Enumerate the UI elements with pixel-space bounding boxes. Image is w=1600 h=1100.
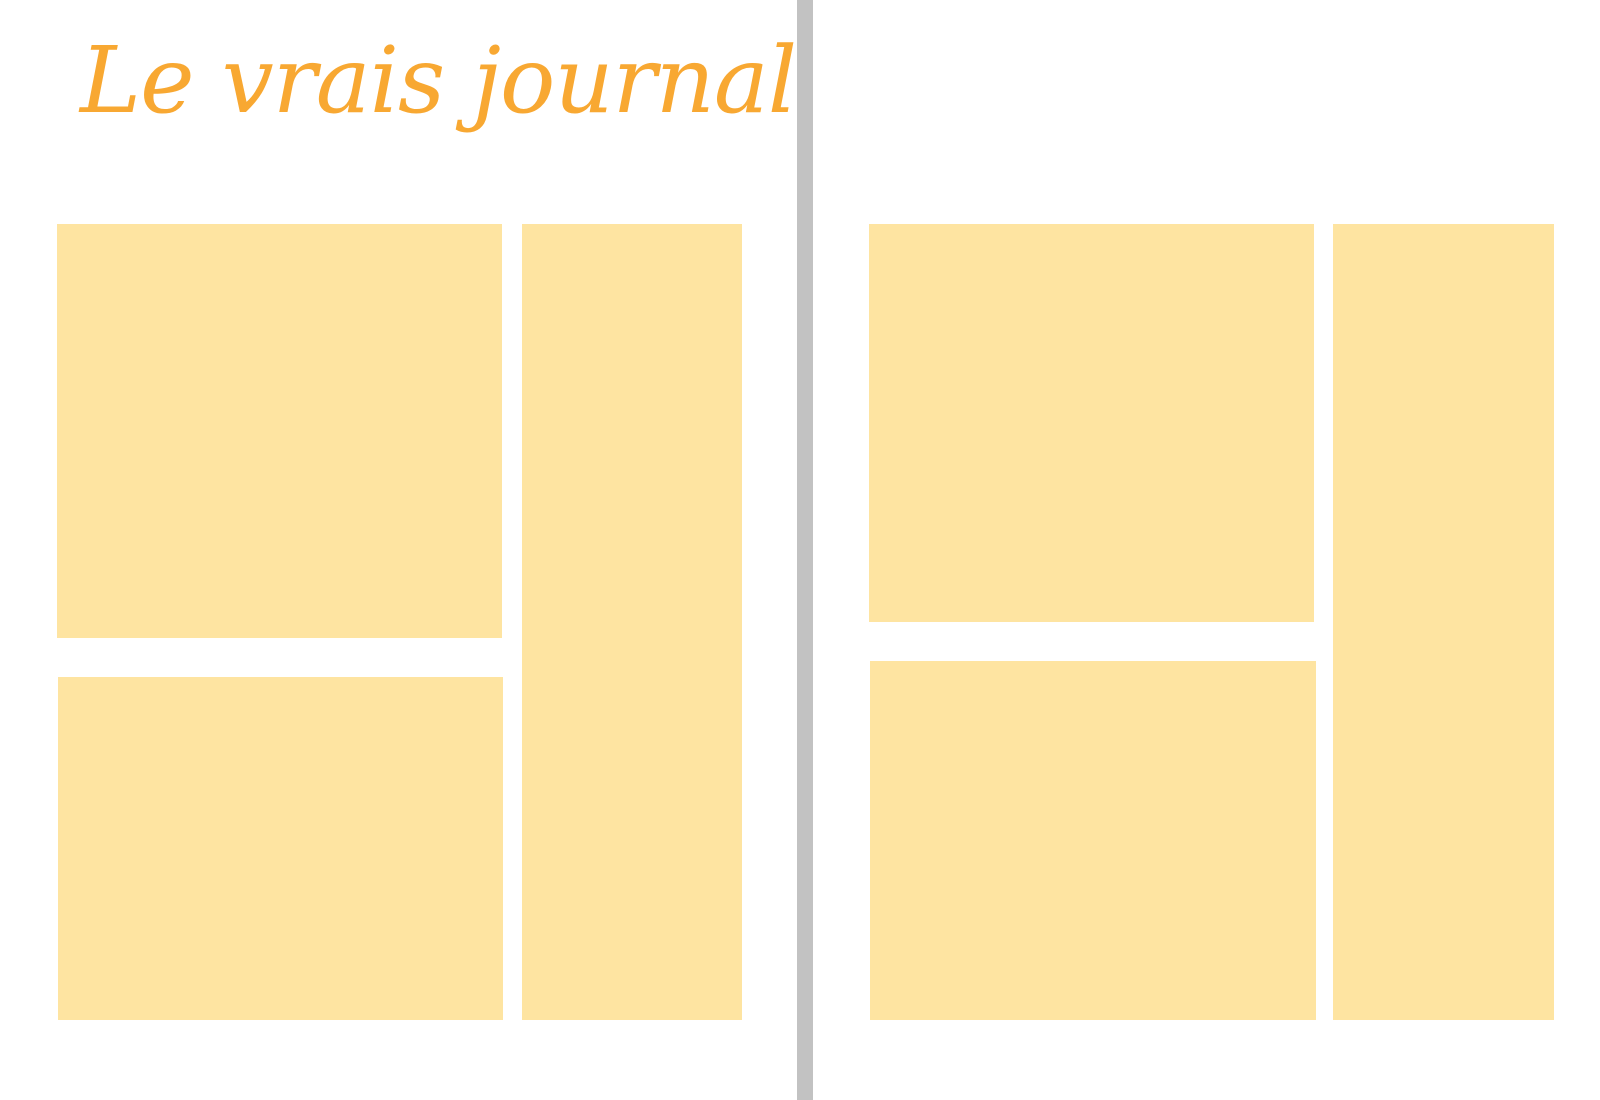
left-page: Le vrais journal (0, 0, 797, 1100)
image-placeholder-top-left (869, 224, 1314, 622)
image-placeholder-tall-right (1333, 224, 1554, 1020)
page-title: Le vrais journal (80, 27, 797, 134)
image-placeholder-top-left (57, 224, 502, 638)
image-placeholder-bottom-left (870, 661, 1316, 1020)
page-gutter (797, 0, 813, 1100)
right-page (813, 0, 1600, 1100)
journal-spread: Le vrais journal (0, 0, 1600, 1100)
image-placeholder-tall-right (522, 224, 742, 1020)
image-placeholder-bottom-left (58, 677, 503, 1020)
